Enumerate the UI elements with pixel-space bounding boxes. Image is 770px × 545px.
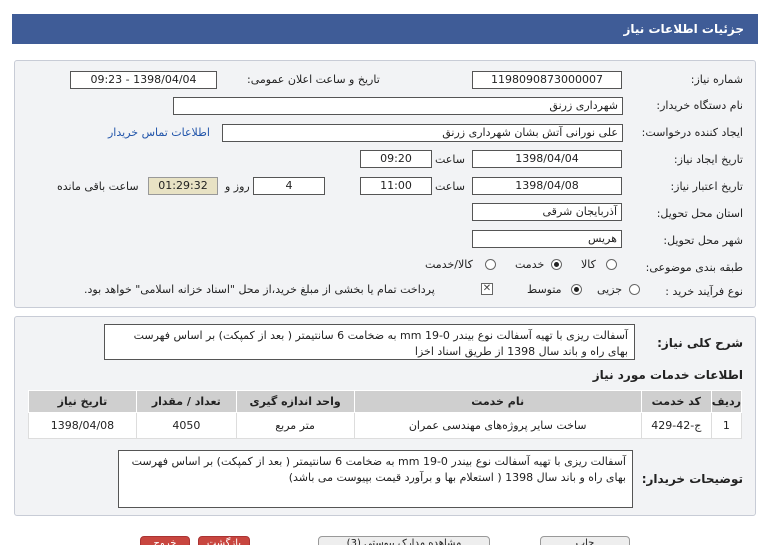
print-button[interactable]: چاپ xyxy=(540,536,630,545)
created-date-label: تاریخ ایجاد نیاز: xyxy=(673,153,743,166)
process-minor-radio[interactable] xyxy=(629,284,640,295)
requester-label: ایجاد کننده درخواست: xyxy=(641,126,743,139)
col-row-header: ردیف xyxy=(710,390,743,413)
buyer-org-label: نام دستگاه خریدار: xyxy=(656,99,743,112)
process-label: نوع فرآیند خرید : xyxy=(665,285,743,298)
cell-qty: 4050 xyxy=(135,412,237,439)
services-table: ردیف کد خدمت نام خدمت واحد اندازه گیری ت… xyxy=(28,390,743,439)
attachments-button[interactable]: مشاهده مدارک پیوستی (3) xyxy=(318,536,490,545)
remaining-time-field: 01:29:32 xyxy=(148,177,218,195)
remaining-label: ساعت باقی مانده xyxy=(57,180,139,193)
col-unit-header: واحد اندازه گیری xyxy=(235,390,355,413)
buyer-notes-box: آسفالت ریزی با تهیه آسفالت نوع بیندر mm … xyxy=(118,450,633,508)
col-date-header: تاریخ نیاز xyxy=(28,390,137,413)
category-service-label: خدمت xyxy=(515,258,545,271)
description-label: شرح کلی نیاز: xyxy=(657,336,743,350)
treasury-checkbox[interactable]: ✕ xyxy=(481,283,493,295)
category-both-label: کالا/خدمت xyxy=(425,258,473,271)
need-number-label: شماره نیاز: xyxy=(690,73,743,86)
services-title: اطلاعات خدمات مورد نیاز xyxy=(592,368,743,382)
cell-code: ج-42-429 xyxy=(640,412,712,439)
category-goods-label: کالا xyxy=(581,258,596,271)
process-medium-label: متوسط xyxy=(527,283,562,296)
description-box: آسفالت ریزی با تهیه آسفالت نوع بیندر mm … xyxy=(104,324,635,360)
table-row: 1 ج-42-429 ساخت سایر پروژه‌های مهندسی عم… xyxy=(28,412,743,439)
treasury-note: پرداخت تمام یا بخشی از مبلغ خرید،از محل … xyxy=(84,283,435,296)
page-title: جزئیات اطلاعات نیاز xyxy=(623,22,744,36)
city-field[interactable]: هریس xyxy=(472,230,622,248)
validity-time-label: ساعت xyxy=(435,180,465,193)
col-code-header: کد خدمت xyxy=(640,390,712,413)
announce-label: تاریخ و ساعت اعلان عمومی: xyxy=(247,73,380,86)
requester-field[interactable]: علی نورانی آتش بشان شهرداری زرنق xyxy=(222,124,623,142)
category-label: طبقه بندی موضوعی: xyxy=(645,261,743,274)
validity-date-field[interactable]: 1398/04/08 xyxy=(472,177,622,195)
created-time-label: ساعت xyxy=(435,153,465,166)
remaining-days-field[interactable]: 4 xyxy=(253,177,325,195)
col-qty-header: تعداد / مقدار xyxy=(135,390,237,413)
process-minor-label: جزیی xyxy=(597,283,623,296)
back-button[interactable]: بازگشت xyxy=(198,536,250,545)
announce-field[interactable]: 1398/04/04 - 09:23 xyxy=(70,71,217,89)
province-field[interactable]: آذربایجان شرقی xyxy=(472,203,622,221)
page-header: جزئیات اطلاعات نیاز xyxy=(12,14,758,44)
buyer-notes-label: توضیحات خریدار: xyxy=(641,472,743,486)
created-date-field[interactable]: 1398/04/04 xyxy=(472,150,622,168)
buyer-org-field[interactable]: شهرداری زرنق xyxy=(173,97,623,115)
need-number-field[interactable]: 1198090873000007 xyxy=(472,71,622,89)
days-label: روز و xyxy=(225,180,250,193)
cell-date: 1398/04/08 xyxy=(28,412,137,439)
validity-time-field[interactable]: 11:00 xyxy=(360,177,432,195)
category-both-radio[interactable] xyxy=(485,259,496,270)
cell-row: 1 xyxy=(710,412,743,439)
validity-date-label: تاریخ اعتبار نیاز: xyxy=(670,180,743,193)
services-header-row: ردیف کد خدمت نام خدمت واحد اندازه گیری ت… xyxy=(28,390,743,413)
province-label: استان محل تحویل: xyxy=(656,207,743,220)
category-goods-radio[interactable] xyxy=(606,259,617,270)
buyer-contact-link[interactable]: اطلاعات تماس خریدار xyxy=(108,126,210,139)
process-medium-radio[interactable] xyxy=(571,284,582,295)
category-service-radio[interactable] xyxy=(551,259,562,270)
cell-name: ساخت سایر پروژه‌های مهندسی عمران xyxy=(353,412,642,439)
city-label: شهر محل تحویل: xyxy=(663,234,743,247)
created-time-field[interactable]: 09:20 xyxy=(360,150,432,168)
exit-button[interactable]: خروج xyxy=(140,536,190,545)
col-name-header: نام خدمت xyxy=(353,390,642,413)
cell-unit: متر مربع xyxy=(235,412,355,439)
